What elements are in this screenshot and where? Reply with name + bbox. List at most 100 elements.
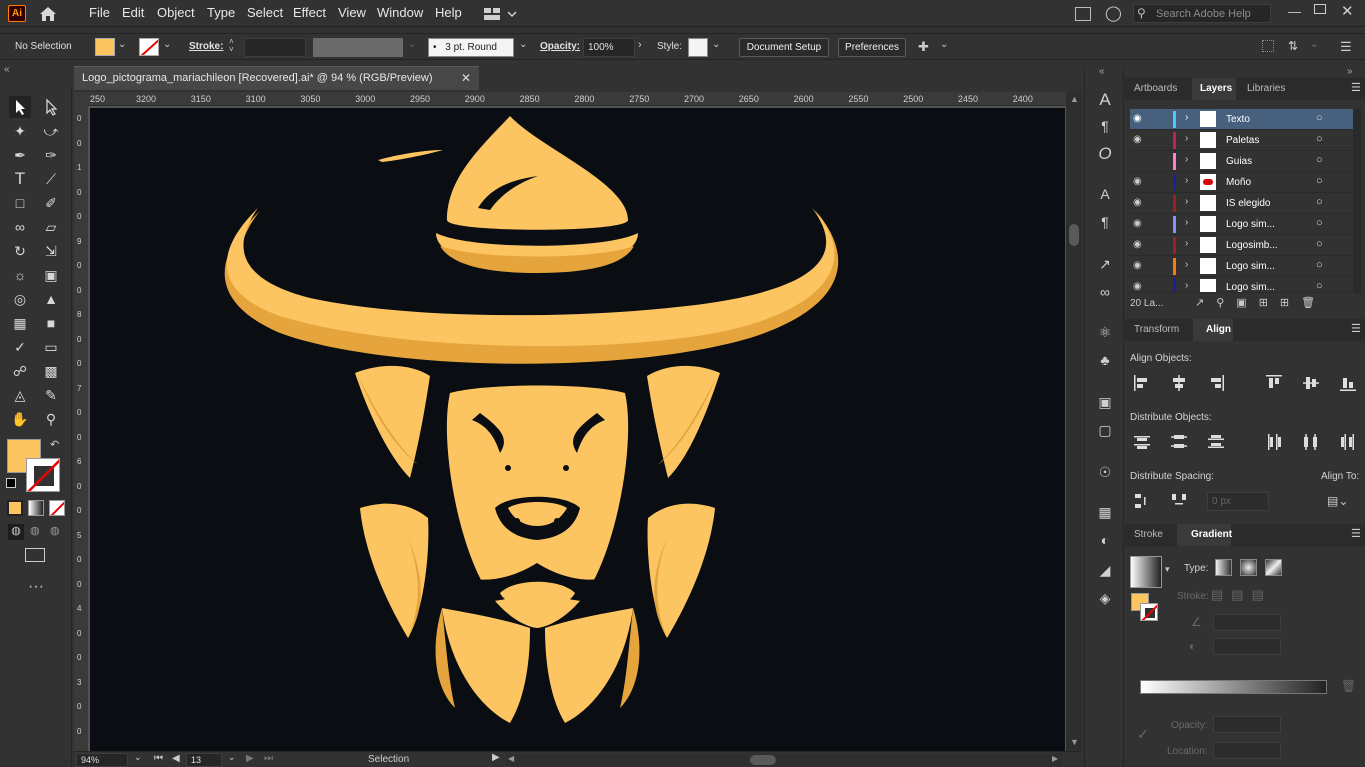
type-tool-icon[interactable]: T	[9, 168, 31, 190]
target-icon[interactable]: ○	[1316, 112, 1323, 124]
eye-icon[interactable]: ◉	[1133, 113, 1142, 124]
tab-artboards[interactable]: Artboards	[1134, 83, 1177, 94]
close-icon[interactable]: ✕	[1341, 2, 1354, 20]
artboard[interactable]	[90, 108, 1065, 751]
lasso-icon[interactable]: ⤻	[40, 120, 62, 142]
target-icon[interactable]: ○	[1316, 238, 1323, 250]
eyedropper-icon[interactable]: ✓	[1137, 726, 1149, 743]
character-styles-icon[interactable]: A	[1095, 184, 1115, 204]
align-left-icon[interactable]	[1133, 374, 1151, 392]
shape-builder-icon[interactable]: ◎	[9, 288, 31, 310]
eye-icon[interactable]: ◉	[1133, 197, 1142, 208]
curvature-tool-icon[interactable]: ✑	[40, 144, 62, 166]
layer-row[interactable]: ◉ › Logosimb... ○	[1130, 235, 1355, 256]
draw-normal-icon[interactable]: ◍	[8, 524, 24, 540]
angle-field[interactable]	[1213, 614, 1281, 631]
brush-definition[interactable]: • 3 pt. Round	[428, 38, 514, 57]
opacity-field[interactable]: 100%	[583, 38, 635, 57]
clipping-mask-icon[interactable]: ▣	[1236, 297, 1258, 309]
vertical-ruler[interactable]: 0 0 1 0 0 9 0 0 8 0 0 7 0 0 6 0 0 5 0 0 4 0 0 3 0 0	[74, 106, 88, 751]
linear-gradient-button[interactable]	[1215, 559, 1232, 576]
slice-tool-icon[interactable]: ✎	[40, 384, 62, 406]
chevron-down-icon[interactable]: ⌄	[940, 39, 948, 50]
eraser-icon[interactable]: ▱	[40, 216, 62, 238]
transparency-panel-icon[interactable]: ◢	[1095, 560, 1115, 580]
document-setup-button[interactable]: Document Setup	[739, 38, 829, 57]
panel-menu-icon[interactable]: ☰	[1340, 39, 1352, 55]
distribute-right-icon[interactable]	[1339, 433, 1357, 451]
align-right-icon[interactable]	[1207, 374, 1225, 392]
hand-tool-icon[interactable]: ✋	[9, 408, 31, 430]
arrange-icon[interactable]	[1262, 40, 1274, 52]
stroke-along-icon[interactable]: ▤	[1231, 587, 1251, 602]
target-icon[interactable]: ○	[1316, 175, 1323, 187]
layer-row[interactable]: ◉ › Paletas ○	[1130, 130, 1355, 151]
live-paint-icon[interactable]: ▲	[40, 288, 62, 310]
tab-libraries[interactable]: Libraries	[1247, 83, 1285, 94]
stroke-color-box[interactable]	[26, 458, 60, 492]
arrange-documents-icon[interactable]	[1075, 7, 1091, 21]
scroll-down-icon[interactable]: ▼	[1070, 737, 1079, 747]
distribute-left-icon[interactable]	[1265, 433, 1283, 451]
gradient-stroke-swatch[interactable]	[1140, 603, 1158, 621]
next-artboard-icon[interactable]: ▶	[246, 753, 254, 764]
layer-row[interactable]: ◉ › Logo sim... ○	[1130, 214, 1355, 235]
chevron-right-icon[interactable]: ›	[1185, 175, 1188, 186]
target-icon[interactable]: ○	[1316, 259, 1323, 271]
screen-mode-icon[interactable]	[25, 548, 45, 562]
distribute-top-icon[interactable]	[1133, 433, 1151, 451]
magic-wand-icon[interactable]: ✦	[9, 120, 31, 142]
new-layer-icon[interactable]: ⊞	[1280, 297, 1301, 309]
menu-help[interactable]: Help	[435, 5, 462, 20]
layer-name[interactable]: Guias	[1226, 156, 1252, 167]
layer-name[interactable]: Logo sim...	[1226, 282, 1275, 292]
aspect-ratio-field[interactable]	[1213, 638, 1281, 655]
search-box[interactable]: ⚲ Search Adobe Help	[1133, 4, 1271, 23]
pathfinder-panel-icon[interactable]: ▣	[1095, 392, 1115, 412]
fill-swatch[interactable]	[95, 38, 115, 56]
collapse-panels-icon[interactable]: »	[1347, 66, 1353, 77]
eyedropper-icon[interactable]: ✓	[9, 336, 31, 358]
eye-icon[interactable]: ◉	[1133, 134, 1142, 145]
chevron-right-icon[interactable]: ›	[1185, 196, 1188, 207]
scale-tool-icon[interactable]: ⇲	[40, 240, 62, 262]
warp-tool-icon[interactable]: ☼	[9, 264, 31, 286]
isolate-icon[interactable]: ⇅	[1288, 39, 1298, 53]
color-mode-button[interactable]	[7, 500, 23, 516]
layer-name[interactable]: Logo sim...	[1226, 219, 1275, 230]
none-mode-button[interactable]	[49, 500, 65, 516]
tab-layers[interactable]: Layers	[1200, 83, 1232, 94]
target-icon[interactable]: ○	[1316, 154, 1323, 166]
stroke-weight-field[interactable]	[244, 38, 306, 57]
radial-gradient-button[interactable]	[1240, 559, 1257, 576]
shaper-tool-icon[interactable]: ∞	[9, 216, 31, 238]
menu-window[interactable]: Window	[377, 5, 423, 20]
layer-name[interactable]: Moño	[1226, 177, 1251, 188]
pen-tool-icon[interactable]: ✒	[9, 144, 31, 166]
layer-name[interactable]: Paletas	[1226, 135, 1259, 146]
target-icon[interactable]: ○	[1316, 133, 1323, 145]
eye-icon[interactable]: ◉	[1133, 176, 1142, 187]
chevron-down-icon[interactable]: ⌄	[118, 39, 126, 50]
spacing-value-field[interactable]: 0 px	[1207, 492, 1269, 511]
chevron-down-icon[interactable]: ⌄	[712, 39, 720, 50]
collapse-panels-icon[interactable]: «	[1099, 66, 1105, 77]
scroll-thumb[interactable]	[1069, 224, 1079, 246]
eye-icon[interactable]: ◉	[1133, 218, 1142, 229]
direct-selection-tool-icon[interactable]	[40, 96, 62, 118]
paintbrush-icon[interactable]: ✐	[40, 192, 62, 214]
appearance-panel-icon[interactable]: ☉	[1095, 462, 1115, 482]
chevron-right-icon[interactable]: ›	[1185, 133, 1188, 144]
lion-mariachi-logo[interactable]	[90, 108, 1065, 751]
target-icon[interactable]: ○	[1316, 196, 1323, 208]
stroke-within-icon[interactable]: ▤	[1211, 587, 1231, 602]
align-bottom-icon[interactable]	[1339, 374, 1357, 392]
gradient-location-field[interactable]	[1213, 742, 1281, 759]
draw-behind-icon[interactable]: ◍	[30, 524, 40, 537]
layer-row[interactable]: ◉ › Logo sim... ○	[1130, 277, 1355, 293]
menu-type[interactable]: Type	[207, 5, 235, 20]
chevron-right-icon[interactable]: ›	[638, 39, 642, 51]
layer-row[interactable]: ◉ › IS elegido ○	[1130, 193, 1355, 214]
layer-name[interactable]: Logosimb...	[1226, 240, 1278, 251]
perspective-grid-icon[interactable]: ▦	[9, 312, 31, 334]
